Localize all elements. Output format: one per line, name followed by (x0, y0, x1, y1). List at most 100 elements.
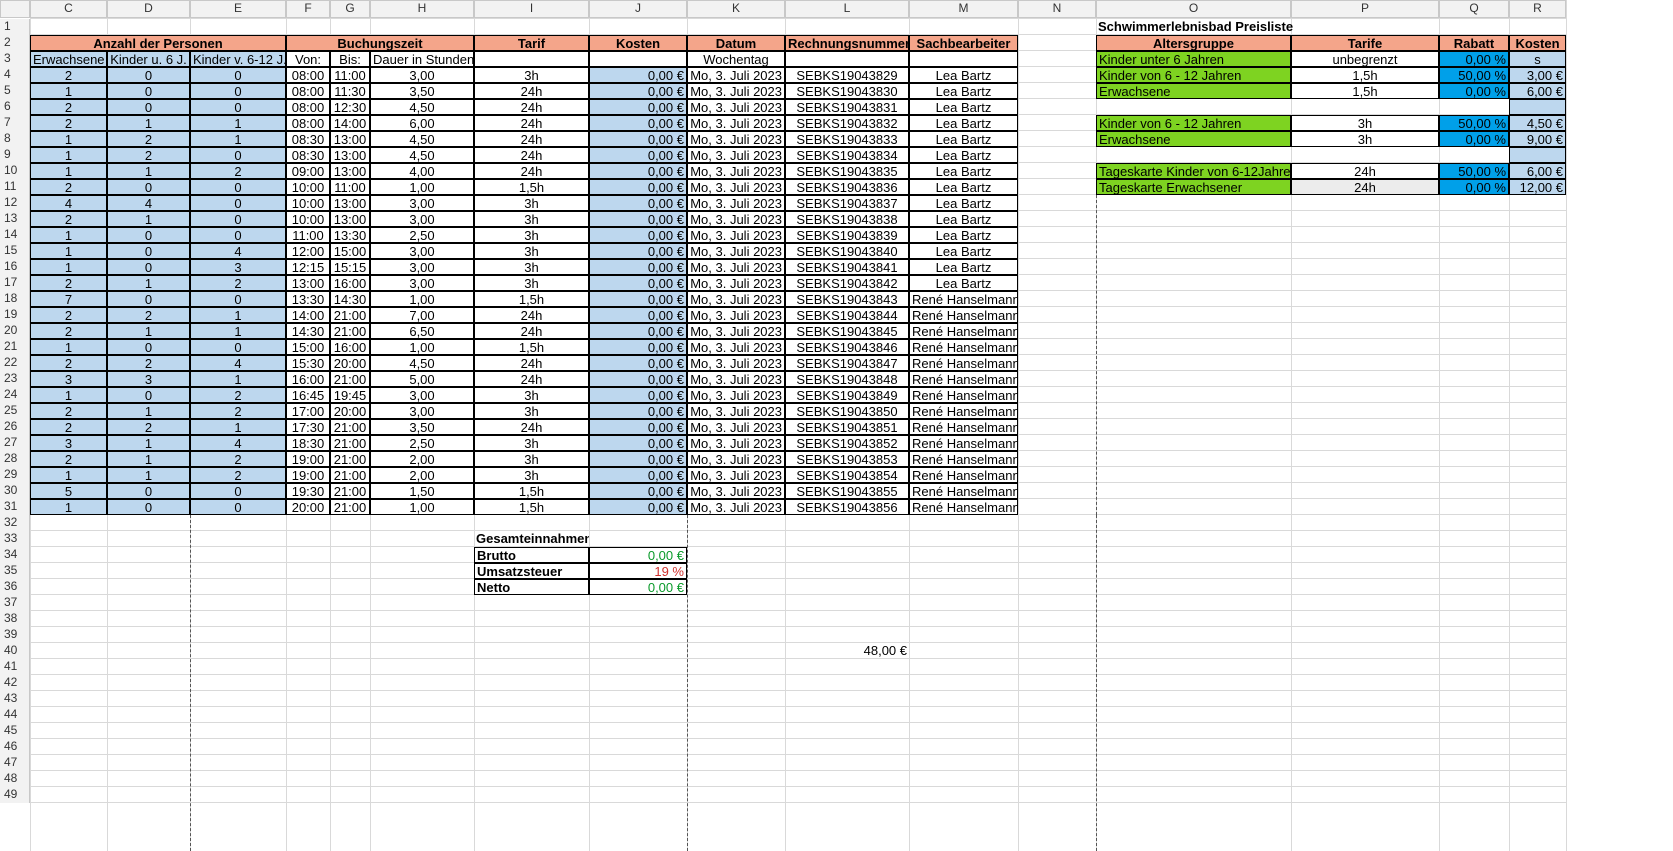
rechnungsnummer-value[interactable]: SEBKS19043856 (785, 499, 909, 515)
row-header-19[interactable]: 19 (0, 307, 30, 323)
value-cell-l40[interactable]: 48,00 € (785, 643, 909, 659)
erwachsene-count[interactable]: 1 (30, 259, 107, 275)
tarif-value[interactable]: 1,5h (474, 483, 589, 499)
kinder-u6-count[interactable]: 0 (107, 259, 190, 275)
rechnungsnummer-value[interactable]: SEBKS19043847 (785, 355, 909, 371)
kosten-value[interactable]: 0,00 € (589, 467, 687, 483)
dauer-hours[interactable]: 1,00 (370, 339, 474, 355)
datum-value[interactable]: Mo, 3. Juli 2023 (687, 355, 785, 371)
header-anzahl-personen[interactable]: Anzahl der Personen (30, 35, 286, 51)
datum-value[interactable]: Mo, 3. Juli 2023 (687, 451, 785, 467)
time-von[interactable]: 18:30 (286, 435, 330, 451)
kinder-6-12-count[interactable]: 0 (190, 227, 286, 243)
erwachsene-count[interactable]: 7 (30, 291, 107, 307)
erwachsene-count[interactable]: 1 (30, 387, 107, 403)
rechnungsnummer-value[interactable]: SEBKS19043840 (785, 243, 909, 259)
dauer-hours[interactable]: 4,50 (370, 99, 474, 115)
kosten-value[interactable]: 0,00 € (589, 419, 687, 435)
rechnungsnummer-value[interactable]: SEBKS19043850 (785, 403, 909, 419)
subheader-dauer[interactable]: Dauer in Stunden (370, 51, 474, 67)
row-header-37[interactable]: 37 (0, 595, 30, 611)
kosten-value[interactable]: 0,00 € (589, 355, 687, 371)
rechnungsnummer-value[interactable]: SEBKS19043839 (785, 227, 909, 243)
row-header-9[interactable]: 9 (0, 147, 30, 163)
kosten-value[interactable]: 0,00 € (589, 339, 687, 355)
rechnungsnummer-value[interactable]: SEBKS19043835 (785, 163, 909, 179)
header-tarif[interactable]: Tarif (474, 35, 589, 51)
column-header-h[interactable]: H (370, 0, 474, 18)
dauer-hours[interactable]: 2,50 (370, 435, 474, 451)
kinder-6-12-count[interactable]: 4 (190, 355, 286, 371)
row-header-10[interactable]: 10 (0, 163, 30, 179)
kosten-value[interactable]: 0,00 € (589, 451, 687, 467)
erwachsene-count[interactable]: 1 (30, 499, 107, 515)
header-altersgruppe[interactable]: Altersgruppe (1096, 35, 1291, 51)
column-header-c[interactable]: C (30, 0, 107, 18)
altersgruppe-value[interactable]: Kinder unter 6 Jahren (1096, 51, 1291, 67)
erwachsene-count[interactable]: 1 (30, 339, 107, 355)
header-rabatt[interactable]: Rabatt (1439, 35, 1509, 51)
dauer-hours[interactable]: 3,00 (370, 211, 474, 227)
row-header-49[interactable]: 49 (0, 787, 30, 803)
column-header-i[interactable]: I (474, 0, 589, 18)
dauer-hours[interactable]: 1,00 (370, 291, 474, 307)
rabatt-value[interactable]: 50,00 % (1439, 163, 1509, 179)
time-von[interactable]: 09:00 (286, 163, 330, 179)
tarif-value[interactable]: 24h (474, 115, 589, 131)
kinder-6-12-count[interactable]: 1 (190, 323, 286, 339)
tarif-value[interactable]: 3h (474, 275, 589, 291)
erwachsene-count[interactable]: 2 (30, 211, 107, 227)
tarif-value[interactable]: 24h (474, 307, 589, 323)
tarif-value[interactable]: 3h (474, 211, 589, 227)
row-header-27[interactable]: 27 (0, 435, 30, 451)
tarif-value[interactable]: 3h (474, 451, 589, 467)
summary-title[interactable]: Gesamteinnahmen (474, 531, 589, 547)
rabatt-value[interactable]: 0,00 % (1439, 51, 1509, 67)
kosten-value[interactable]: 0,00 € (589, 211, 687, 227)
erwachsene-count[interactable]: 2 (30, 307, 107, 323)
row-header-2[interactable]: 2 (0, 35, 30, 51)
cell[interactable] (785, 51, 909, 67)
cell[interactable] (1509, 147, 1566, 163)
kinder-6-12-count[interactable]: 0 (190, 339, 286, 355)
row-header-3[interactable]: 3 (0, 51, 30, 67)
select-all-corner[interactable] (0, 0, 30, 18)
rechnungsnummer-value[interactable]: SEBKS19043836 (785, 179, 909, 195)
sachbearbeiter-value[interactable]: Lea Bartz (909, 67, 1018, 83)
time-bis[interactable]: 21:00 (330, 419, 370, 435)
sachbearbeiter-value[interactable]: Lea Bartz (909, 195, 1018, 211)
datum-value[interactable]: Mo, 3. Juli 2023 (687, 387, 785, 403)
time-bis[interactable]: 21:00 (330, 323, 370, 339)
time-bis[interactable]: 21:00 (330, 371, 370, 387)
datum-value[interactable]: Mo, 3. Juli 2023 (687, 195, 785, 211)
time-bis[interactable]: 14:30 (330, 291, 370, 307)
umsatzsteuer-value[interactable]: 19 % (589, 563, 687, 579)
sachbearbeiter-value[interactable]: René Hanselmann (909, 355, 1018, 371)
kosten-value[interactable]: 0,00 € (589, 483, 687, 499)
dauer-hours[interactable]: 3,00 (370, 275, 474, 291)
time-von[interactable]: 12:00 (286, 243, 330, 259)
tarif-dauer-value[interactable]: 3h (1291, 115, 1439, 131)
time-von[interactable]: 08:30 (286, 147, 330, 163)
tarif-dauer-value[interactable]: unbegrenzt (1291, 51, 1439, 67)
kinder-6-12-count[interactable]: 0 (190, 291, 286, 307)
column-header-o[interactable]: O (1096, 0, 1291, 18)
altersgruppe-value[interactable]: Tageskarte Kinder von 6-12Jahren (1096, 163, 1291, 179)
rechnungsnummer-value[interactable]: SEBKS19043849 (785, 387, 909, 403)
row-header-45[interactable]: 45 (0, 723, 30, 739)
rechnungsnummer-value[interactable]: SEBKS19043845 (785, 323, 909, 339)
row-header-12[interactable]: 12 (0, 195, 30, 211)
kinder-6-12-count[interactable]: 0 (190, 483, 286, 499)
datum-value[interactable]: Mo, 3. Juli 2023 (687, 243, 785, 259)
dauer-hours[interactable]: 3,00 (370, 259, 474, 275)
tarif-value[interactable]: 24h (474, 419, 589, 435)
erwachsene-count[interactable]: 2 (30, 355, 107, 371)
kosten-value[interactable]: 0,00 € (589, 131, 687, 147)
preis-value[interactable]: 3,00 € (1509, 67, 1566, 83)
row-header-41[interactable]: 41 (0, 659, 30, 675)
column-header-f[interactable]: F (286, 0, 330, 18)
kinder-u6-count[interactable]: 0 (107, 67, 190, 83)
time-bis[interactable]: 21:00 (330, 435, 370, 451)
tarif-value[interactable]: 3h (474, 227, 589, 243)
kosten-value[interactable]: 0,00 € (589, 323, 687, 339)
